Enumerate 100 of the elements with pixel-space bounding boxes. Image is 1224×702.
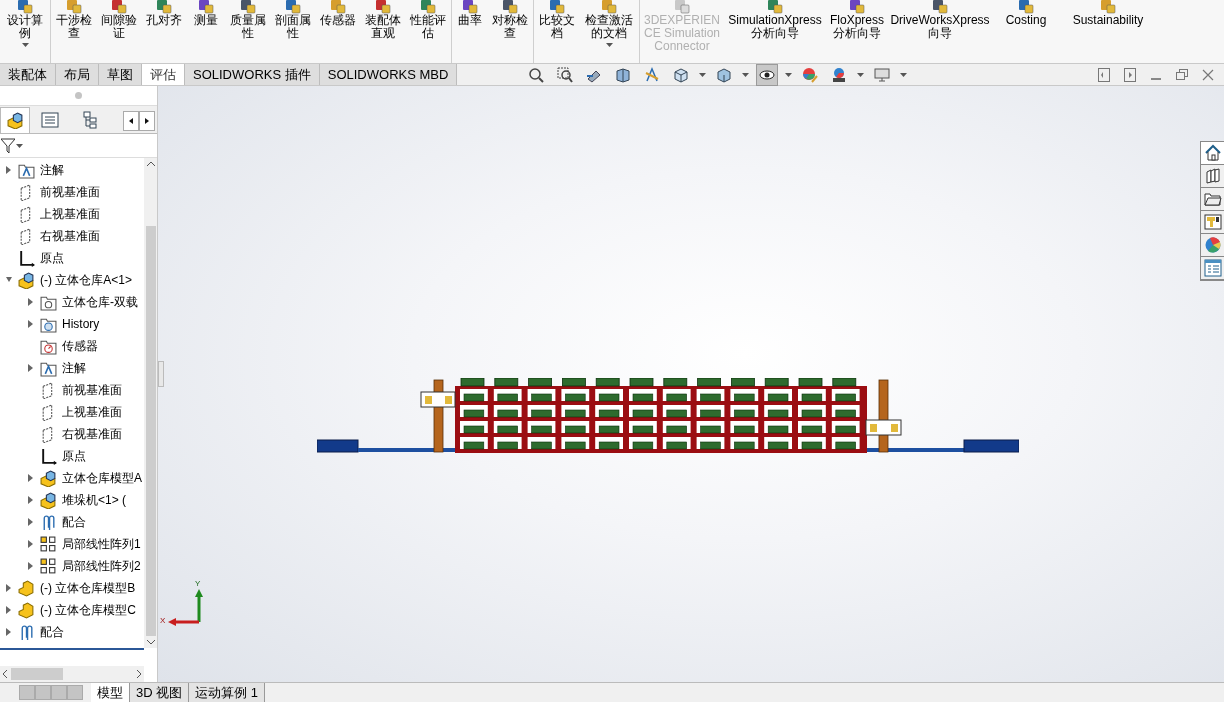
horizontal-scrollbar[interactable]	[0, 666, 144, 682]
ribbon-button[interactable]: 比较文档	[537, 0, 577, 40]
model-tab[interactable]: 3D 视图	[130, 683, 190, 702]
ribbon-tab[interactable]: SOLIDWORKS 插件	[185, 64, 320, 85]
splitter-handle[interactable]	[158, 361, 164, 387]
ribbon-tab[interactable]: 布局	[56, 64, 99, 85]
expand-arrow-icon[interactable]	[6, 606, 12, 614]
tree-item[interactable]: 局部线性阵列1	[62, 535, 141, 553]
model-tab[interactable]: 模型	[91, 683, 130, 702]
ribbon-button[interactable]: 间隙验证	[99, 0, 139, 40]
tree-item[interactable]: 配合	[62, 513, 86, 531]
restore-icon[interactable]	[1176, 68, 1188, 81]
tree-item[interactable]: 原点	[62, 447, 86, 465]
ribbon-button[interactable]: 剖面属性	[273, 0, 313, 40]
ribbon-button[interactable]: 传感器	[318, 0, 358, 27]
properties-list-tab[interactable]	[1201, 257, 1224, 280]
ribbon-button[interactable]: 性能评估	[408, 0, 448, 40]
tree-item[interactable]: 注解	[40, 161, 64, 179]
tree-item[interactable]: 传感器	[62, 337, 98, 355]
tree-item[interactable]: 前视基准面	[62, 381, 122, 399]
expand-arrow-icon[interactable]	[28, 298, 34, 306]
scrollbar-thumb[interactable]	[11, 668, 63, 680]
ribbon-tab[interactable]: 装配体	[0, 64, 56, 85]
tree-item[interactable]: (-) 立体仓库A<1>	[40, 271, 132, 289]
palette-tab[interactable]	[1201, 211, 1224, 234]
origin-icon	[40, 447, 57, 465]
ribbon-button[interactable]: 曲率	[455, 0, 485, 27]
ribbon-button[interactable]: 孔对齐	[144, 0, 184, 27]
dropdown-caret-icon[interactable]	[605, 43, 613, 47]
tree-item[interactable]: 原点	[40, 249, 64, 267]
expand-arrow-icon[interactable]	[28, 364, 34, 372]
tree-item[interactable]: 立体仓库-双载	[62, 293, 138, 311]
caret-icon[interactable]	[785, 72, 793, 77]
expand-arrow-icon[interactable]	[28, 562, 34, 570]
expand-arrow-icon[interactable]	[6, 584, 12, 592]
scrollbar-thumb[interactable]	[145, 225, 156, 636]
ribbon-button[interactable]: DriveWorksXpress 向导	[890, 0, 990, 40]
vertical-scrollbar[interactable]	[144, 158, 157, 648]
tool-icon	[501, 0, 519, 14]
tree-item[interactable]: 堆垛机<1> (	[62, 491, 127, 509]
dropdown-caret-icon[interactable]	[21, 43, 29, 47]
ribbon-button[interactable]: FloXpress 分析向导	[829, 0, 885, 40]
ribbon-button[interactable]: 设计算例	[3, 0, 47, 47]
ribbon-button[interactable]: 测量	[189, 0, 223, 27]
dock-left-icon[interactable]	[1098, 67, 1110, 82]
dock-right-icon[interactable]	[1124, 67, 1136, 82]
expand-arrow-icon[interactable]	[28, 474, 34, 482]
tool-icon	[548, 0, 566, 14]
ribbon-button[interactable]: Costing	[995, 0, 1057, 27]
collapse-handle-icon[interactable]	[75, 92, 82, 99]
tree-item[interactable]: 右视基准面	[62, 425, 122, 443]
expand-arrow-icon[interactable]	[6, 276, 12, 284]
caret-icon[interactable]	[857, 72, 865, 77]
ribbon-tab[interactable]: 草图	[99, 64, 142, 85]
tree-item[interactable]: 局部线性阵列2	[62, 557, 141, 575]
home-tab[interactable]	[1201, 142, 1224, 165]
expand-arrow-icon[interactable]	[6, 628, 12, 636]
tree-item[interactable]: 上视基准面	[40, 205, 100, 223]
expand-arrow-icon[interactable]	[6, 166, 12, 174]
assembly-icon	[6, 112, 24, 129]
assembly-icon	[18, 271, 35, 289]
ribbon-button[interactable]: Sustainability	[1062, 0, 1154, 27]
tree-item[interactable]: 配合	[40, 623, 64, 641]
ribbon-button[interactable]: 装配体直观	[363, 0, 403, 40]
feature-tree-tab[interactable]	[0, 107, 30, 133]
close-icon[interactable]	[1202, 68, 1214, 81]
tree-item[interactable]: (-) 立体仓库模型C	[40, 601, 136, 619]
tree-item[interactable]: History	[62, 315, 100, 333]
tree-item[interactable]: (-) 立体仓库模型B	[40, 579, 136, 597]
caret-icon[interactable]	[699, 72, 707, 77]
ribbon-button[interactable]: 检查激活的文档	[582, 0, 636, 47]
appearance-ball-tab[interactable]	[1201, 234, 1224, 257]
tree-item[interactable]: 立体仓库模型A	[62, 469, 142, 487]
expand-arrow-icon[interactable]	[28, 518, 34, 526]
tree-item[interactable]: 上视基准面	[62, 403, 122, 421]
caret-icon[interactable]	[16, 143, 23, 148]
tree-item[interactable]: 右视基准面	[40, 227, 100, 245]
tool-icon	[931, 0, 949, 14]
ribbon-tab[interactable]: SOLIDWORKS MBD	[319, 64, 458, 85]
expand-arrow-icon[interactable]	[28, 540, 34, 548]
tree-item[interactable]: 注解	[62, 359, 86, 377]
scroll-right-button[interactable]	[139, 111, 155, 131]
expand-arrow-icon[interactable]	[28, 496, 34, 504]
tree-item[interactable]: 前视基准面	[40, 183, 100, 201]
model-tab[interactable]: 运动算例 1	[189, 683, 266, 702]
ribbon-button[interactable]: SimulationXpress 分析向导	[726, 0, 824, 40]
hide-show-button[interactable]	[756, 63, 779, 86]
view-orientation-icon	[673, 66, 690, 83]
filter-icon[interactable]	[1, 137, 15, 154]
ribbon-button[interactable]: 干涉检查	[54, 0, 94, 40]
list-icon	[41, 112, 59, 128]
appearance-ball-icon	[1203, 236, 1222, 254]
expand-arrow-icon[interactable]	[28, 320, 34, 328]
ribbon-button[interactable]: 质量属性	[228, 0, 268, 40]
caret-icon[interactable]	[742, 72, 750, 77]
scroll-left-button[interactable]	[123, 111, 139, 131]
ribbon-button[interactable]: 对称检查	[490, 0, 530, 40]
library-tab[interactable]	[1201, 165, 1224, 188]
caret-icon[interactable]	[900, 72, 908, 77]
ribbon-tab[interactable]: 评估	[142, 64, 185, 85]
